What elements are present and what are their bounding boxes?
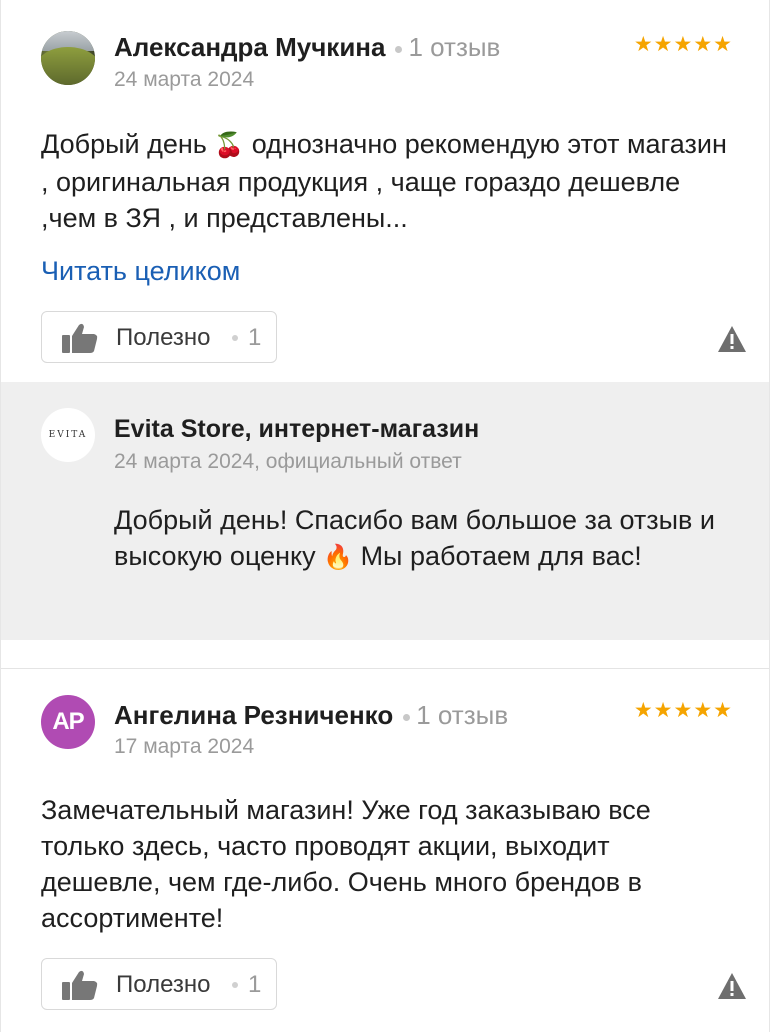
avatar[interactable]: АР (41, 695, 95, 749)
helpful-count: 1 (248, 971, 262, 998)
review-date: 24 марта 2024 (114, 68, 255, 91)
reply-date: 24 марта 2024, официальный ответ (114, 450, 462, 473)
reply-author-name[interactable]: Evita Store, интернет-магазин (114, 415, 479, 444)
avatar[interactable] (41, 31, 95, 85)
separator-dot (403, 713, 411, 721)
review-text: Замечательный магазин! Уже год заказываю… (41, 795, 651, 933)
rating-stars: ★★★★★ (633, 33, 733, 56)
official-reply: EVITA Evita Store, интернет-магазин 24 м… (1, 382, 769, 640)
helpful-count: 1 (248, 324, 262, 351)
author-review-count: 1 отзыв (408, 32, 501, 62)
helpful-button[interactable]: Полезно 1 (41, 311, 277, 363)
thumb-up-icon (62, 323, 98, 353)
review-card: Александра Мучкина 1 отзыв 24 марта 2024 … (1, 0, 769, 380)
author-name[interactable]: Ангелина Резниченко (114, 700, 393, 730)
reviews-page: Александра Мучкина 1 отзыв 24 марта 2024 … (0, 0, 770, 1032)
review-date: 17 марта 2024 (114, 735, 255, 758)
separator-dot (232, 335, 238, 341)
helpful-label: Полезно (116, 971, 211, 998)
reply-text: Добрый день! Спасибо вам большое за отзы… (114, 505, 715, 571)
separator-dot (395, 45, 403, 53)
divider (1, 668, 769, 669)
shop-logo[interactable]: EVITA (41, 408, 95, 462)
thumb-up-icon (62, 970, 98, 1000)
review-card: АР Ангелина Резниченко 1 отзыв 17 марта 2… (1, 668, 769, 1032)
fire-icon: 🔥 (323, 544, 354, 571)
helpful-label: Полезно (116, 324, 211, 351)
warning-icon[interactable] (717, 325, 747, 353)
separator-dot (232, 982, 238, 988)
read-full-review-link[interactable]: Читать целиком (41, 256, 240, 287)
author-name[interactable]: Александра Мучкина (114, 32, 385, 62)
review-text: Добрый день 🍒 однозначно рекомендую этот… (41, 129, 727, 233)
cherry-icon: 🍒 (214, 132, 245, 159)
warning-icon[interactable] (717, 972, 747, 1000)
review-author-line: Ангелина Резниченко 1 отзыв (114, 700, 508, 731)
rating-stars: ★★★★★ (633, 699, 733, 722)
author-review-count: 1 отзыв (416, 700, 509, 730)
review-author-line: Александра Мучкина 1 отзыв (114, 32, 500, 63)
helpful-button[interactable]: Полезно 1 (41, 958, 277, 1010)
